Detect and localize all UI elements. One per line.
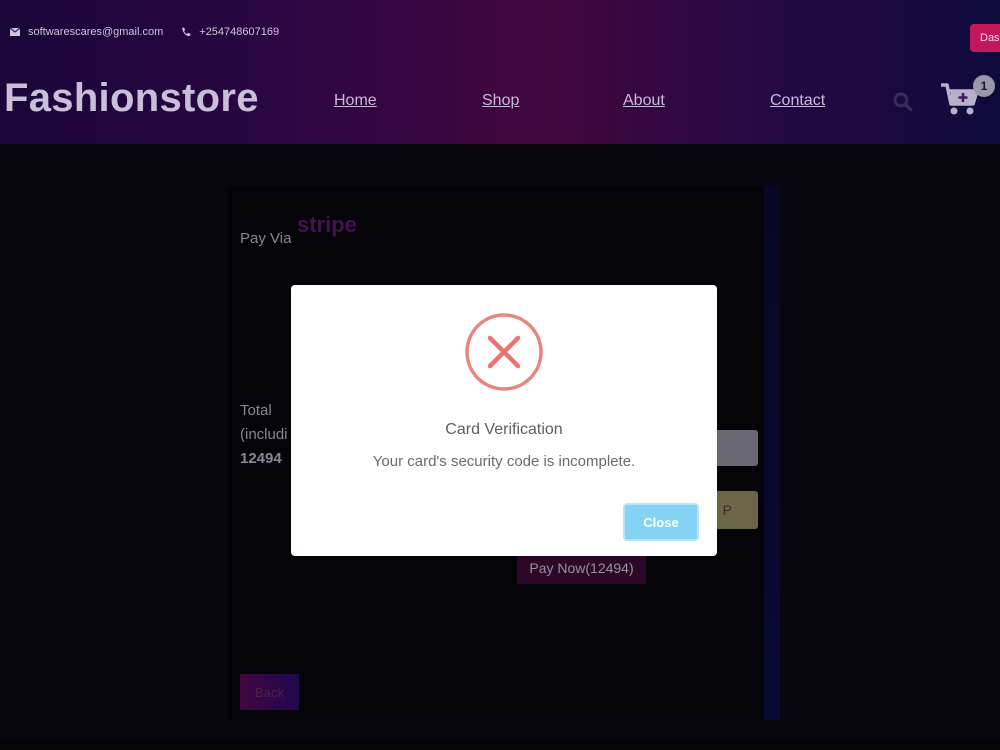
nav-about[interactable]: About xyxy=(623,92,665,110)
phone-text: +254748607169 xyxy=(199,26,280,38)
email-contact: softwarescares@gmail.com xyxy=(10,26,163,38)
phone-icon xyxy=(182,27,191,37)
card-verification-dialog: Card Verification Your card's security c… xyxy=(291,285,717,556)
nav-contact[interactable]: Contact xyxy=(770,92,825,110)
contact-bar: softwarescares@gmail.com +254748607169 xyxy=(10,24,297,40)
envelope-icon xyxy=(10,28,20,36)
close-button[interactable]: Close xyxy=(623,503,699,541)
phone-contact: +254748607169 xyxy=(181,26,279,38)
dialog-message: Your card's security code is incomplete. xyxy=(372,453,636,470)
site-logo[interactable]: Fashionstore xyxy=(4,76,259,121)
error-x-icon xyxy=(465,313,543,391)
dialog-title: Card Verification xyxy=(445,421,563,438)
dashboard-button[interactable]: Das xyxy=(970,24,1000,52)
search-icon[interactable] xyxy=(893,92,913,112)
footer-strip xyxy=(0,740,1000,750)
nav-shop[interactable]: Shop xyxy=(482,92,519,110)
cart-count-badge: 1 xyxy=(973,75,995,97)
email-text: softwarescares@gmail.com xyxy=(28,26,164,38)
nav-home[interactable]: Home xyxy=(334,92,377,110)
